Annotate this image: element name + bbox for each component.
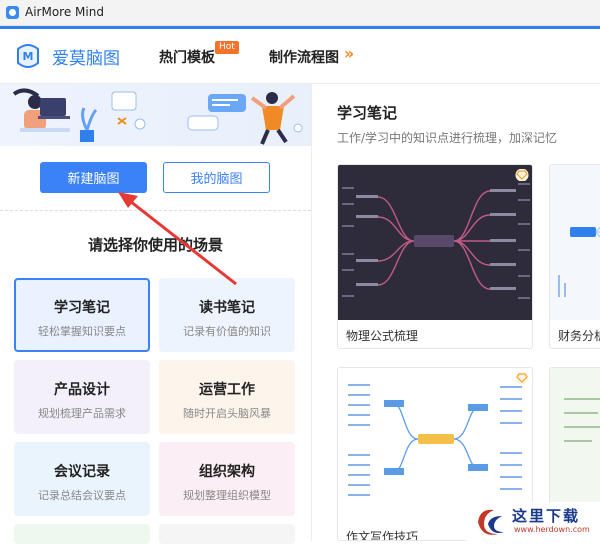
template-label: 作文写作技巧 <box>346 530 419 541</box>
svg-text:M: M <box>23 50 34 63</box>
section-title: 学习笔记 <box>337 104 398 122</box>
diamond-icon <box>515 169 529 181</box>
scene-card-study-notes[interactable]: 学习笔记 轻松掌握知识要点 <box>14 278 150 352</box>
scene-title: 请选择你使用的场景 <box>87 236 223 254</box>
scene-card-operations[interactable]: 运营工作 随时开启头脑风暴 <box>159 360 295 434</box>
scene-card-subtitle: 规划整理组织模型 <box>183 489 271 502</box>
hot-badge: Hot <box>215 41 239 54</box>
template-thumbnail <box>338 165 532 320</box>
scene-card-title: 组织架构 <box>199 464 255 480</box>
scene-card-title: 运营工作 <box>199 382 255 398</box>
banner-illustration <box>0 84 311 146</box>
scene-card-product-design[interactable]: 产品设计 规划梳理产品需求 <box>14 360 150 434</box>
double-chevron-right-icon[interactable]: ›› <box>344 44 354 63</box>
watermark-url: www.herdown.com <box>514 525 590 534</box>
diamond-icon <box>515 372 529 384</box>
watermark-text: 这里下载 <box>512 507 581 525</box>
template-label: 物理公式梳理 <box>346 329 419 343</box>
scene-card-subtitle: 轻松掌握知识要点 <box>38 325 126 338</box>
scene-card-partial[interactable] <box>159 524 295 544</box>
scene-card-subtitle: 随时开启头脑风暴 <box>183 407 271 420</box>
section-subtitle: 工作/学习中的知识点进行梳理，加深记忆 <box>337 131 558 145</box>
divider <box>0 210 311 211</box>
logo-icon: M <box>17 44 39 68</box>
scene-card-meeting-notes[interactable]: 会议记录 记录总结会议要点 <box>14 442 150 516</box>
template-thumbnail <box>550 165 600 320</box>
nav-hot-templates[interactable]: 热门模板 <box>159 47 215 67</box>
template-label: 财务分析 <box>558 329 600 343</box>
scene-card-subtitle: 规划梳理产品需求 <box>38 407 126 420</box>
scene-card-title: 学习笔记 <box>54 300 110 316</box>
left-panel: 新建脑图 我的脑图 请选择你使用的场景 学习笔记 轻松掌握知识要点 读书笔记 记… <box>0 84 312 544</box>
new-mindmap-button[interactable]: 新建脑图 <box>40 162 147 193</box>
brand-name[interactable]: 爱莫脑图 <box>52 44 120 69</box>
watermark: 这里下载 www.herdown.com <box>466 502 600 541</box>
my-mindmaps-button[interactable]: 我的脑图 <box>163 162 270 193</box>
template-thumbnail <box>338 368 532 523</box>
right-panel: 学习笔记 工作/学习中的知识点进行梳理，加深记忆 物理公式梳理 财务分 作文写作… <box>313 84 600 541</box>
template-card-finance[interactable]: 财务分析 <box>549 164 600 349</box>
app-icon <box>6 6 19 19</box>
scene-card-title: 会议记录 <box>54 464 110 480</box>
scene-card-title: 产品设计 <box>54 382 110 398</box>
window-titlebar: AirMore Mind <box>0 0 600 26</box>
nav-flowchart[interactable]: 制作流程图 <box>269 47 339 67</box>
app-header: M 爱莫脑图 热门模板 Hot 制作流程图 ›› <box>0 29 600 84</box>
watermark-logo-icon <box>478 509 504 535</box>
scene-card-org-chart[interactable]: 组织架构 规划整理组织模型 <box>159 442 295 516</box>
scene-card-title: 读书笔记 <box>199 300 255 316</box>
template-card-physics[interactable]: 物理公式梳理 <box>337 164 533 349</box>
scene-card-partial[interactable] <box>14 524 150 544</box>
scene-card-reading-notes[interactable]: 读书笔记 记录有价值的知识 <box>159 278 295 352</box>
scene-card-subtitle: 记录总结会议要点 <box>38 489 126 502</box>
scene-card-subtitle: 记录有价值的知识 <box>183 325 271 338</box>
window-title: AirMore Mind <box>25 5 104 19</box>
banner-art <box>12 88 303 145</box>
